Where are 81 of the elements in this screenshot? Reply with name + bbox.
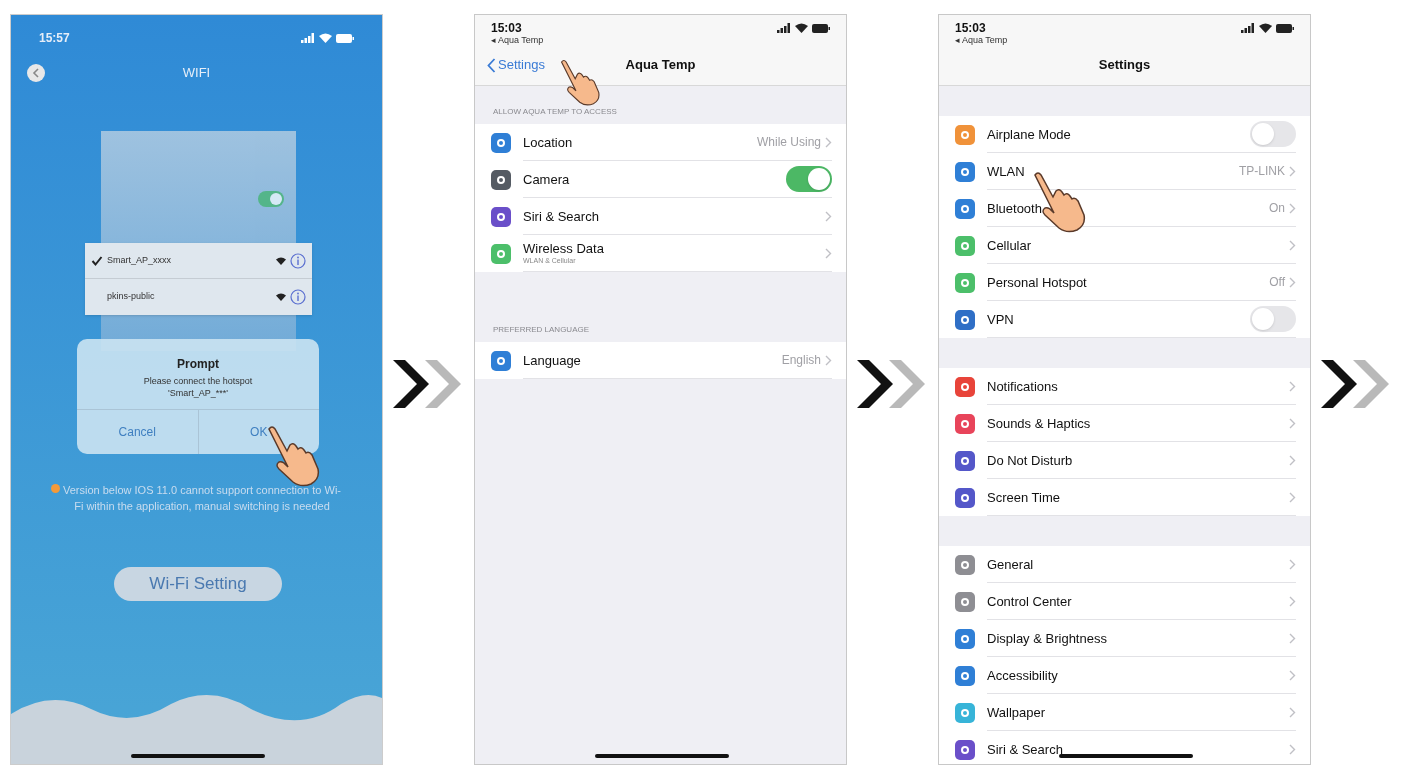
battery-icon xyxy=(336,33,354,43)
chevron-icon xyxy=(1289,669,1296,681)
row-value: TP-LINK xyxy=(1239,163,1285,180)
dialog-title: Prompt xyxy=(177,356,219,373)
network-name[interactable]: pkins-public xyxy=(107,290,272,304)
section-header: ALLOW AQUA TEMP TO ACCESS xyxy=(493,106,617,118)
row-label[interactable]: WLAN xyxy=(987,163,1239,179)
checkmark-icon xyxy=(91,254,103,267)
chevron-icon xyxy=(1289,380,1296,392)
chevron-icon xyxy=(1289,491,1296,503)
signal-icon xyxy=(1241,23,1255,33)
wifi-icon xyxy=(319,33,332,43)
back-chevron-icon xyxy=(487,57,496,73)
row-label[interactable]: Notifications xyxy=(987,378,1289,394)
section-header: PREFERRED LANGUAGE xyxy=(493,324,590,336)
row-value: While Using xyxy=(756,134,821,151)
toggle-switch[interactable] xyxy=(1250,121,1296,147)
row-label[interactable]: Location xyxy=(523,134,757,150)
chevron-icon xyxy=(1289,743,1296,755)
signal-icon xyxy=(301,33,315,43)
info-icon xyxy=(290,252,306,269)
row-label[interactable]: Airplane Mode xyxy=(987,126,1250,142)
network-row[interactable]: Smart_AP_xxxx xyxy=(85,243,312,279)
chevron-icon xyxy=(1289,417,1296,429)
status-time: 15:03 xyxy=(955,21,987,35)
row-label[interactable]: Control Center xyxy=(987,593,1289,609)
nav-title: Aqua Temp xyxy=(625,56,696,75)
row-value: Off xyxy=(1269,274,1285,291)
toggle-switch[interactable] xyxy=(786,166,832,192)
row-label[interactable]: Sounds & Haptics xyxy=(987,415,1289,431)
chevron-icon xyxy=(825,136,832,148)
row-label[interactable]: Camera xyxy=(523,171,786,187)
row-label[interactable]: Do Not Disturb xyxy=(987,452,1289,468)
nav-title: Settings xyxy=(1098,56,1151,75)
note-text: Version below IOS 11.0 cannot support connection to Wi-Fi within the application, manual switching is needed xyxy=(63,483,341,514)
chevron-icon xyxy=(825,354,832,366)
chevron-icon xyxy=(1289,239,1296,251)
chevron-icon xyxy=(1289,706,1296,718)
status-time: 15:03 xyxy=(491,21,523,35)
back-button[interactable] xyxy=(27,64,45,82)
row-label[interactable]: Accessibility xyxy=(987,667,1289,683)
battery-icon xyxy=(1276,23,1294,33)
back-to-app-link[interactable]: ◂ Aqua Temp xyxy=(955,35,1008,45)
wifi-icon xyxy=(276,256,286,265)
row-label[interactable]: Wallpaper xyxy=(987,704,1289,720)
row-label[interactable]: Display & Brightness xyxy=(987,630,1289,646)
row-label[interactable]: Language xyxy=(523,352,782,368)
row-label[interactable]: General xyxy=(987,556,1289,572)
row-label[interactable]: Personal Hotspot xyxy=(987,274,1270,290)
row-label[interactable]: VPN xyxy=(987,311,1250,327)
info-icon xyxy=(290,289,306,305)
screen-title: WIFI xyxy=(182,64,211,83)
chevron-icon xyxy=(1289,165,1296,177)
chevron-icon xyxy=(825,210,832,222)
signal-icon xyxy=(777,23,791,33)
back-link[interactable]: Settings xyxy=(487,55,545,75)
back-to-app-link[interactable]: ◂ Aqua Temp xyxy=(491,35,544,45)
dialog-message: Please connect the hotspot 'Smart_AP_***' xyxy=(142,375,254,399)
chevron-icon xyxy=(1289,454,1296,466)
row-label[interactable]: Siri & Search xyxy=(987,741,1289,757)
row-label[interactable]: Wireless Data xyxy=(523,241,825,256)
chevron-icon xyxy=(1289,595,1296,607)
battery-icon xyxy=(812,23,830,33)
row-label[interactable]: Screen Time xyxy=(987,489,1289,505)
wifi-icon xyxy=(1259,23,1272,33)
row-value: On xyxy=(1269,200,1285,217)
chevron-icon xyxy=(1289,632,1296,644)
row-value: English xyxy=(781,352,821,369)
row-label[interactable]: Siri & Search xyxy=(523,208,825,224)
network-name[interactable]: Smart_AP_xxxx xyxy=(107,253,272,268)
chevron-icon xyxy=(1289,202,1296,214)
wifi-icon xyxy=(795,23,808,33)
network-row[interactable]: pkins-public xyxy=(85,279,312,315)
row-label[interactable]: Cellular xyxy=(987,237,1289,253)
chevron-icon xyxy=(825,247,832,259)
wifi-icon xyxy=(276,293,286,301)
row-label[interactable]: Bluetooth xyxy=(987,200,1269,216)
toggle-switch[interactable] xyxy=(1250,306,1296,332)
chevron-icon xyxy=(1289,276,1296,288)
chevron-icon xyxy=(1289,558,1296,570)
status-time: 15:57 xyxy=(39,30,70,47)
